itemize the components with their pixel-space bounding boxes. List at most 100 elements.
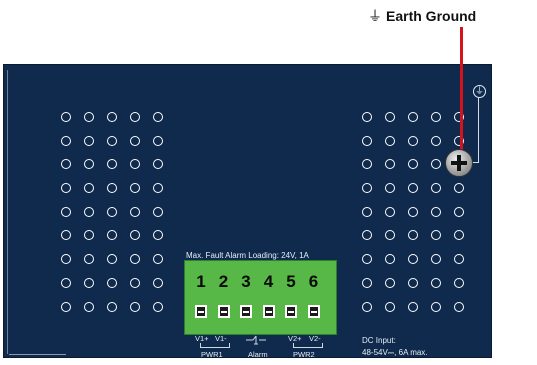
vent-hole-right [385,135,395,146]
pwr1-label: PWR1 [201,350,223,359]
vent-hole-left [153,301,163,312]
earth-ground-text: Earth Ground [386,8,477,24]
vent-hole-right [454,206,464,217]
ground-screw-icon[interactable] [445,149,473,177]
terminal-slot[interactable] [285,305,297,318]
terminal-number: 5 [286,272,296,291]
vent-hole-left [107,230,117,241]
terminal-slot[interactable] [195,305,207,318]
vent-hole-left [107,277,117,288]
vent-hole-right [362,254,372,265]
vent-hole-left [107,301,117,312]
terminal-number: 3 [241,272,251,291]
vent-hole-left [107,135,117,146]
vent-hole-left [107,159,117,170]
vent-hole-right [362,301,372,312]
panel-bottom-line [9,354,66,355]
vent-hole-left [153,277,163,288]
pwr2-label: PWR2 [293,350,315,359]
vent-hole-left [84,159,94,170]
vent-hole-right [385,112,395,122]
vent-hole-left [153,159,163,170]
vent-hole-right [385,206,395,217]
vent-hole-left [153,254,163,265]
terminal-number: 4 [263,272,274,291]
vent-hole-right [408,254,418,265]
vent-hole-right [362,206,372,217]
vent-hole-left [61,112,71,122]
vent-hole-right [362,159,372,170]
vent-hole-left [84,112,94,122]
vent-hole-right [454,183,464,194]
earth-ground-pointer [460,27,463,150]
vent-hole-left [107,183,117,194]
dc-input-title: DC Input: [362,336,396,345]
vent-hole-left [130,112,140,122]
vent-hole-left [153,112,163,122]
vent-hole-left [84,230,94,241]
vent-hole-right [408,183,418,194]
pin-label-v2-minus: V2- [309,334,321,343]
vent-hole-right [431,301,441,312]
terminal-number: 2 [218,272,229,291]
vent-hole-left [61,183,71,194]
vent-hole-left [107,254,117,265]
ground-symbol-icon: ⏚ [473,85,486,98]
vent-hole-right [431,135,441,146]
vent-hole-left [61,159,71,170]
vent-hole-left [130,183,140,194]
vent-hole-left [130,159,140,170]
vent-hole-left [153,183,163,194]
terminal-block: 123456 [184,260,337,335]
terminal-number: 6 [308,272,319,291]
vent-hole-left [84,277,94,288]
vent-hole-right [454,277,464,288]
vent-hole-right [362,277,372,288]
vent-hole-right [385,277,395,288]
vent-hole-left [153,135,163,146]
vent-hole-right [408,277,418,288]
vent-hole-left [153,230,163,241]
vent-hole-right [408,159,418,170]
vent-hole-right [362,112,372,122]
dc-input-label: DC Input: 48-54V⎓, 6A max. [362,335,428,359]
vent-hole-right [408,230,418,241]
vent-hole-right [408,135,418,146]
vent-grid-left [61,112,163,312]
vent-hole-right [385,254,395,265]
vent-hole-left [84,301,94,312]
vent-hole-left [61,301,71,312]
vent-hole-left [130,254,140,265]
terminal-number: 1 [196,272,206,291]
vent-hole-right [431,277,441,288]
vent-hole-right [408,112,418,122]
vent-hole-left [61,230,71,241]
terminal-slot[interactable] [307,305,320,318]
vent-hole-right [408,301,418,312]
terminal-slot[interactable] [217,305,230,318]
vent-hole-right [362,230,372,241]
vent-hole-right [454,301,464,312]
vent-hole-left [130,277,140,288]
pin-label-v1-minus: V1- [215,334,227,343]
vent-hole-left [130,135,140,146]
vent-hole-right [385,301,395,312]
vent-hole-left [153,206,163,217]
ground-callout-line [478,98,479,163]
vent-hole-right [454,254,464,265]
terminal-slot[interactable] [240,305,252,318]
vent-hole-right [431,206,441,217]
pwr2-bracket [293,343,323,348]
terminal-slot[interactable] [262,305,275,318]
vent-hole-left [84,254,94,265]
vent-hole-right [385,183,395,194]
vent-hole-right [385,159,395,170]
vent-hole-left [61,254,71,265]
pwr1-bracket [200,343,230,348]
vent-hole-left [130,230,140,241]
dc-input-spec: 48-54V⎓, 6A max. [362,348,428,357]
vent-hole-right [385,230,395,241]
vent-hole-right [362,183,372,194]
vent-hole-left [84,206,94,217]
vent-hole-left [84,183,94,194]
